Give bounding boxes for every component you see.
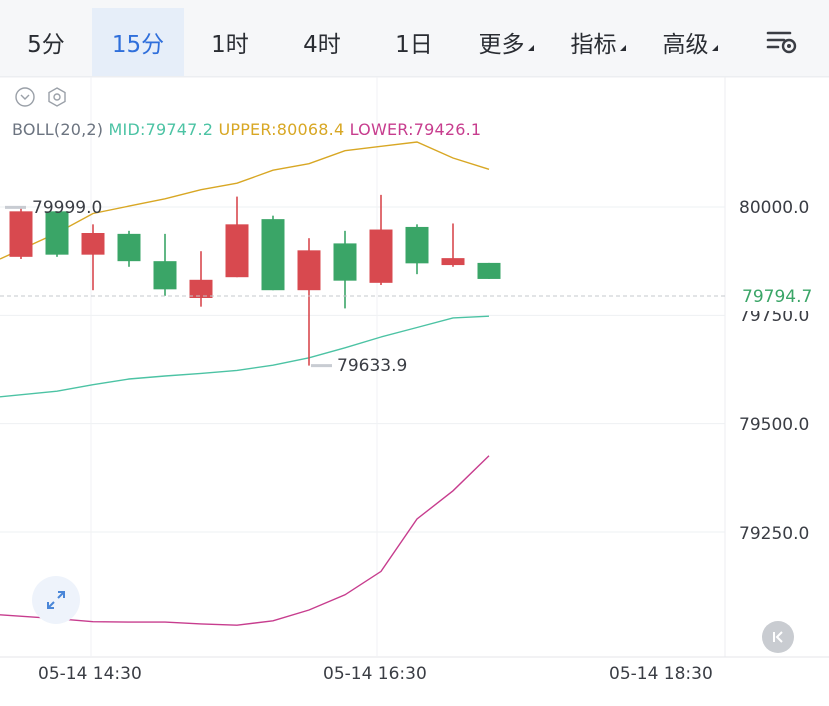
candle xyxy=(333,230,357,309)
candle xyxy=(405,224,429,275)
candle xyxy=(225,196,249,278)
skip-to-end-icon xyxy=(773,631,783,643)
candle xyxy=(477,262,501,279)
candle-body xyxy=(261,219,285,291)
boll-upper-value: UPPER:80068.4 xyxy=(218,120,345,139)
high-price-marker: 79999.0 xyxy=(32,198,103,218)
candle-body xyxy=(225,224,249,278)
candle xyxy=(297,238,321,366)
current-price-tag: 79794.7 xyxy=(730,283,829,311)
candle-body xyxy=(405,226,429,264)
boll-mid-line xyxy=(0,315,490,398)
boll-mid-value: MID:79747.2 xyxy=(108,120,214,139)
candle-body xyxy=(297,250,321,291)
expand-icon xyxy=(47,591,65,609)
indicator-settings-icon[interactable] xyxy=(46,86,68,108)
candle xyxy=(153,233,177,296)
time-axis-label: 05-14 14:30 xyxy=(38,664,142,684)
price-axis-label: 80000.0 xyxy=(739,198,810,218)
candle-body xyxy=(477,262,501,279)
candle xyxy=(369,194,393,285)
scroll-to-latest-button[interactable] xyxy=(762,621,794,653)
price-axis-label: 79250.0 xyxy=(739,524,810,544)
boll-name: BOLL(20,2) xyxy=(12,120,104,139)
candle-body xyxy=(9,211,33,257)
candle-body xyxy=(441,258,465,266)
candlestick-chart[interactable] xyxy=(0,0,829,706)
boll-legend: BOLL(20,2) MID:79747.2 UPPER:80068.4 LOW… xyxy=(12,120,481,139)
time-axis-label: 05-14 16:30 xyxy=(323,664,427,684)
candle xyxy=(117,230,141,267)
candle xyxy=(9,207,33,259)
candle xyxy=(45,211,69,257)
candle-body xyxy=(81,233,105,255)
candle-body xyxy=(369,229,393,283)
collapse-chevron-icon[interactable] xyxy=(14,86,36,108)
price-axis-label: 79500.0 xyxy=(739,415,810,435)
candle xyxy=(261,215,285,291)
candle-body xyxy=(333,243,357,281)
candle xyxy=(441,223,465,267)
time-axis-label: 05-14 18:30 xyxy=(609,664,713,684)
candle-body xyxy=(153,261,177,290)
low-price-marker: 79633.9 xyxy=(337,356,408,376)
candle xyxy=(189,251,213,307)
candle-body xyxy=(117,233,141,262)
boll-lower-value: LOWER:79426.1 xyxy=(349,120,482,139)
current-price-value: 79794.7 xyxy=(742,287,813,307)
candle xyxy=(81,224,105,291)
candle-body xyxy=(189,279,213,298)
fullscreen-button[interactable] xyxy=(32,576,80,624)
indicator-toolbar xyxy=(14,86,68,108)
